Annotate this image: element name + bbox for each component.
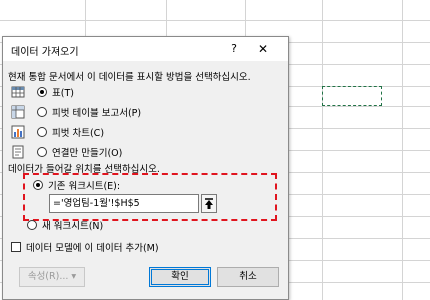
reference-input[interactable]: ='영업팀-1월'!$H$5: [49, 194, 199, 213]
radio-pivotchart[interactable]: [37, 127, 47, 137]
table-icon: [11, 86, 25, 98]
collapse-arrow-icon: [205, 198, 213, 209]
radio-new-worksheet[interactable]: [27, 220, 37, 230]
dialog-title: 데이터 가져오기: [11, 47, 79, 58]
data-model-option[interactable]: 데이터 모델에 이 데이터 추가(M): [11, 240, 159, 254]
row-gridline: [0, 20, 430, 21]
data-model-label: 데이터 모델에 이 데이터 추가(M): [26, 243, 159, 254]
cancel-button[interactable]: 취소: [217, 267, 279, 287]
view-prompt: 현재 통합 문서에서 이 데이터를 표시할 방법을 선택하십시오.: [8, 72, 251, 83]
radio-connection[interactable]: [37, 147, 47, 157]
option-new-worksheet[interactable]: 새 워크시트(N): [27, 218, 103, 232]
radio-existing-worksheet[interactable]: [33, 180, 43, 190]
option-connection[interactable]: 연결만 만들기(O): [37, 144, 122, 160]
help-button[interactable]: ?: [227, 41, 241, 57]
option-connection-label: 연결만 만들기(O): [52, 148, 123, 159]
existing-worksheet-label: 기존 워크시트(E):: [48, 181, 121, 192]
collapse-dialog-button[interactable]: [201, 194, 217, 213]
new-worksheet-label: 새 워크시트(N): [42, 221, 104, 232]
option-pivottable-label: 피벗 테이블 보고서(P): [52, 108, 142, 119]
connection-icon: [12, 145, 24, 159]
pivotchart-icon: [11, 125, 25, 139]
close-button[interactable]: ✕: [255, 41, 271, 57]
radio-table[interactable]: [37, 87, 47, 97]
import-data-dialog: 데이터 가져오기 ? ✕ 현재 통합 문서에서 이 데이터를 표시할 방법을 선…: [2, 36, 289, 300]
ok-button[interactable]: 확인: [149, 267, 211, 287]
pivottable-icon: [11, 105, 25, 119]
option-pivotchart-label: 피벗 차트(C): [52, 128, 105, 139]
option-existing-worksheet[interactable]: 기존 워크시트(E):: [33, 178, 120, 192]
option-pivottable[interactable]: 피벗 테이블 보고서(P): [37, 104, 141, 120]
selection-marquee: [322, 86, 382, 106]
properties-button[interactable]: 속성(R)... ▾: [19, 267, 85, 287]
data-model-checkbox[interactable]: [11, 242, 21, 252]
dialog-titlebar[interactable]: 데이터 가져오기 ? ✕: [3, 37, 288, 61]
option-table-label: 표(T): [52, 88, 74, 99]
option-table[interactable]: 표(T): [37, 84, 74, 100]
radio-pivottable[interactable]: [37, 107, 47, 117]
option-pivotchart[interactable]: 피벗 차트(C): [37, 124, 104, 140]
